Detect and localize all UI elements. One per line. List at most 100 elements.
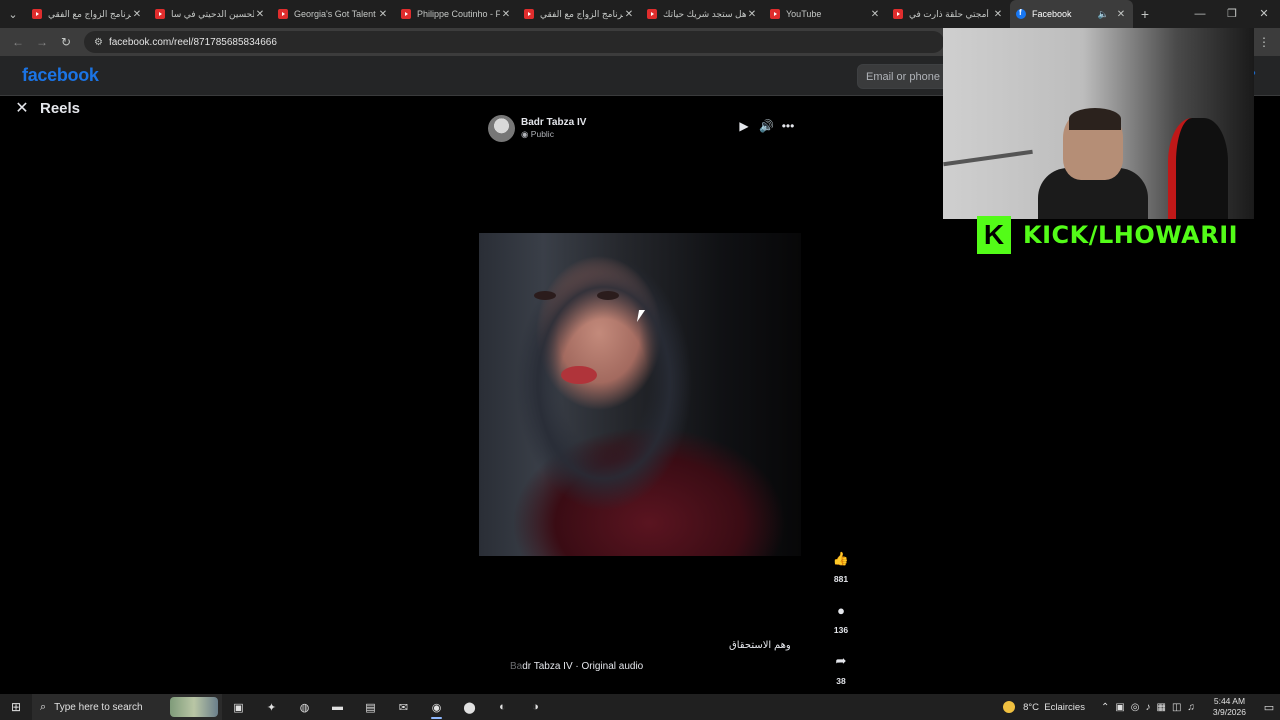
- share-icon[interactable]: ➦: [828, 648, 854, 674]
- video-frame-eye: [597, 291, 619, 300]
- browser-tab[interactable]: برنامج الزواج مع الفقي ✕: [26, 0, 149, 28]
- youtube-icon: [524, 9, 534, 19]
- browser-tab[interactable]: YouTube ✕: [764, 0, 887, 28]
- windows-start-icon[interactable]: ⊞: [0, 700, 32, 714]
- video-frame-hair: [494, 233, 714, 556]
- visibility-label: ◉ Public: [521, 129, 586, 140]
- back-icon[interactable]: ←: [6, 35, 30, 49]
- video-controls: ▶ 🔊 •••: [737, 119, 795, 133]
- author-name[interactable]: Badr Tabza IV: [521, 117, 586, 128]
- minimize-icon[interactable]: —: [1184, 0, 1216, 28]
- tab-search-icon[interactable]: ⌄: [0, 0, 26, 28]
- restore-icon[interactable]: ❐: [1216, 0, 1248, 28]
- tab-title: Georgia's Got Talent: [294, 9, 376, 19]
- reel-caption: وهم الاستحقاق: [729, 640, 791, 651]
- more-options-icon[interactable]: •••: [781, 119, 795, 133]
- facebook-icon: [1016, 8, 1026, 19]
- tab-title: هل ستجد شريك حياتك: [663, 8, 746, 19]
- streamer-hair: [1069, 108, 1121, 130]
- time: 5:44 AM: [1213, 696, 1246, 706]
- avatar[interactable]: [488, 115, 515, 142]
- close-window-icon[interactable]: ✕: [1248, 0, 1280, 28]
- youtube-icon: [401, 9, 411, 19]
- temperature: 8°C: [1023, 701, 1040, 713]
- tab-close-icon[interactable]: ✕: [623, 9, 635, 20]
- browser-tab[interactable]: الحسين الدحيتي في سا ✕: [149, 0, 272, 28]
- tab-title: الحسين الدحيتي في سا: [171, 8, 254, 19]
- copilot-icon[interactable]: ✦: [255, 694, 288, 720]
- app-icon-obs[interactable]: ◑: [519, 694, 552, 720]
- browser-tab-active[interactable]: Facebook 🔈 ✕: [1010, 0, 1133, 28]
- edge-icon[interactable]: ◍: [288, 694, 321, 720]
- mic-arm: [943, 149, 1033, 167]
- tab-close-icon[interactable]: ✕: [131, 9, 143, 20]
- system-tray: 8°C Eclaircies ⌃▣◎♪▦◫♫ 5:44 AM 3/9/2026 …: [1003, 694, 1280, 720]
- tab-title: برنامج الزواج مع الفقي: [48, 8, 131, 19]
- reel-video[interactable]: [479, 233, 801, 556]
- file-explorer-icon[interactable]: ▬: [321, 694, 354, 720]
- comment-icon[interactable]: ●: [828, 597, 854, 623]
- tab-close-icon[interactable]: ✕: [869, 9, 881, 20]
- kick-overlay: K KICK/LHOWARII: [977, 216, 1238, 254]
- chrome-icon[interactable]: ◉: [420, 694, 453, 720]
- browser-menu-icon[interactable]: ⋮: [1258, 35, 1270, 49]
- tab-title: YouTube: [786, 9, 822, 19]
- browser-tab[interactable]: هل ستجد شريك حياتك ✕: [641, 0, 764, 28]
- task-view-icon[interactable]: ▣: [222, 694, 255, 720]
- volume-icon[interactable]: 🔊: [759, 119, 774, 133]
- tab-title: Philippe Coutinho - F: [417, 9, 500, 19]
- forward-icon[interactable]: →: [30, 35, 54, 49]
- gaming-chair: [1168, 118, 1228, 219]
- tab-close-icon[interactable]: ✕: [377, 9, 389, 20]
- tray-icons[interactable]: ⌃▣◎♪▦◫♫: [1101, 702, 1201, 713]
- tab-close-icon[interactable]: ✕: [254, 9, 266, 20]
- search-icon: ⌕: [40, 700, 47, 713]
- reload-icon[interactable]: ↻: [54, 35, 78, 49]
- close-icon[interactable]: ✕: [14, 101, 30, 117]
- window-controls: — ❐ ✕: [1184, 0, 1280, 28]
- tab-close-icon[interactable]: ✕: [500, 9, 512, 20]
- audio-label[interactable]: Badr Tabza IV · Original audio: [510, 661, 643, 672]
- reel-author[interactable]: Badr Tabza IV ◉ Public: [488, 115, 586, 142]
- taskbar-search[interactable]: ⌕ Type here to search: [32, 694, 222, 720]
- facebook-logo[interactable]: facebook: [22, 65, 99, 86]
- site-info-icon[interactable]: ⚙: [94, 37, 103, 48]
- browser-tab[interactable]: أمجتي حلقة ذارت في ✕: [887, 0, 1010, 28]
- browser-tab[interactable]: Georgia's Got Talent ✕: [272, 0, 395, 28]
- tab-close-icon[interactable]: ✕: [1115, 9, 1127, 20]
- tab-title: برنامج الزواج مع الفقي: [540, 8, 623, 19]
- store-icon[interactable]: ▤: [354, 694, 387, 720]
- weather-widget[interactable]: 8°C Eclaircies: [1003, 701, 1085, 713]
- youtube-icon: [770, 9, 780, 19]
- weather-text: Eclaircies: [1044, 701, 1085, 713]
- reel-actions: 👍 881 ● 136 ➦ 38: [828, 546, 854, 699]
- tab-title: Facebook: [1032, 9, 1072, 19]
- play-icon[interactable]: ▶: [737, 119, 751, 133]
- outlook-icon[interactable]: ✉: [387, 694, 420, 720]
- address-bar[interactable]: ⚙ facebook.com/reel/871785685834666: [84, 31, 944, 53]
- youtube-icon: [155, 9, 165, 19]
- browser-tab[interactable]: Philippe Coutinho - F ✕: [395, 0, 518, 28]
- browser-tab-strip: ⌄ برنامج الزواج مع الفقي ✕ الحسين الدحيتي…: [0, 0, 1280, 28]
- page-title: Reels: [40, 100, 81, 117]
- clock[interactable]: 5:44 AM 3/9/2026: [1213, 696, 1246, 718]
- url-text: facebook.com/reel/871785685834666: [108, 36, 277, 48]
- tab-close-icon[interactable]: ✕: [746, 9, 758, 20]
- browser-tab[interactable]: برنامج الزواج مع الفقي ✕: [518, 0, 641, 28]
- weather-icon: [1003, 701, 1016, 713]
- app-icon-4k[interactable]: ◐: [486, 694, 519, 720]
- globe-icon: ◉: [521, 129, 529, 139]
- share-count: 38: [836, 676, 846, 686]
- like-icon[interactable]: 👍: [828, 546, 854, 572]
- new-tab-button[interactable]: +: [1133, 6, 1157, 22]
- youtube-icon: [647, 9, 657, 19]
- notification-icon[interactable]: ▭: [1258, 701, 1280, 714]
- taskbar-search-placeholder: Type here to search: [54, 701, 143, 713]
- youtube-icon: [32, 9, 42, 19]
- tab-close-icon[interactable]: ✕: [992, 9, 1004, 20]
- tab-title: أمجتي حلقة ذارت في: [909, 8, 989, 19]
- video-frame-eye: [534, 291, 556, 300]
- app-icon-red[interactable]: ⬤: [453, 694, 486, 720]
- audio-label-faded: Ba: [510, 661, 523, 672]
- tab-audio-icon[interactable]: 🔈: [1098, 9, 1109, 20]
